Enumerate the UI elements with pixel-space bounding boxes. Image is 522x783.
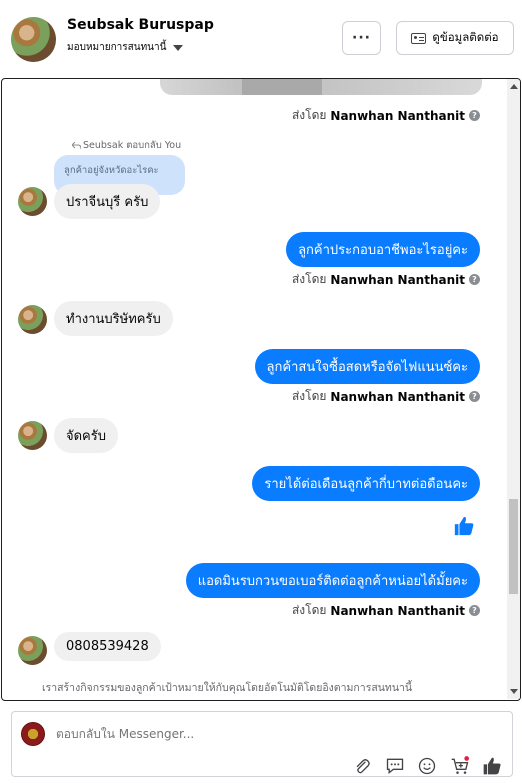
reply-composer bbox=[11, 711, 513, 777]
emoji-icon[interactable] bbox=[417, 756, 437, 776]
view-contact-info-button[interactable]: ดูข้อมูลติดต่อ bbox=[396, 21, 514, 55]
sent-by-prefix: ส่งโดย bbox=[291, 108, 327, 122]
contact-avatar-small bbox=[18, 187, 47, 216]
agent-name: Nanwhan Nanthanit bbox=[330, 272, 465, 287]
sent-by-prefix: ส่งโดย bbox=[291, 389, 327, 403]
incoming-message[interactable]: จัดครับ bbox=[54, 418, 118, 453]
system-note: เราสร้างกิจกรรมของลูกค้าเป้าหมายให้กับคุ… bbox=[42, 682, 413, 694]
sent-by-line: ส่งโดย Nanwhan Nanthanit ? bbox=[292, 387, 480, 406]
reply-indicator: Seubsak ตอบกลับ You bbox=[72, 138, 181, 153]
incoming-message[interactable]: 0808539428 bbox=[54, 632, 161, 661]
incoming-message[interactable]: ปราจีนบุรี ครับ bbox=[54, 184, 161, 219]
caret-down-icon bbox=[173, 44, 184, 51]
attach-icon[interactable] bbox=[352, 756, 372, 776]
cart-icon[interactable] bbox=[450, 756, 470, 776]
message-input[interactable] bbox=[56, 727, 356, 741]
like-send-icon[interactable] bbox=[482, 756, 502, 776]
sent-by-prefix: ส่งโดย bbox=[291, 272, 327, 286]
like-icon[interactable] bbox=[453, 515, 475, 537]
outgoing-message[interactable]: แอดมินรบกวนขอเบอร์ติดต่อลูกค้าหน่อยได้มั… bbox=[185, 563, 480, 598]
agent-name: Nanwhan Nanthanit bbox=[330, 603, 465, 618]
contact-info-label: ดูข้อมูลติดต่อ bbox=[432, 30, 499, 44]
info-icon[interactable]: ? bbox=[469, 274, 480, 285]
scroll-up-arrow-icon[interactable] bbox=[510, 84, 518, 89]
reply-arrow-icon bbox=[72, 141, 81, 149]
contact-name[interactable]: Seubsak Buruspap bbox=[67, 17, 214, 33]
reply-label: Seubsak ตอบกลับ You bbox=[83, 140, 182, 151]
outgoing-message[interactable]: ลูกค้าสนใจซื้อสดหรือจัดไฟแนนซ์คะ bbox=[254, 349, 480, 384]
incoming-message[interactable]: ทำงานบริษัทครับ bbox=[54, 301, 173, 336]
scroll-down-arrow-icon[interactable] bbox=[510, 689, 518, 694]
scrollbar[interactable] bbox=[507, 79, 520, 699]
assign-conversation-dropdown[interactable]: มอบหมายการสนทนานี้ bbox=[67, 40, 184, 55]
more-icon: ··· bbox=[352, 30, 371, 46]
contact-avatar-small bbox=[18, 421, 47, 450]
agent-name: Nanwhan Nanthanit bbox=[330, 108, 465, 123]
assign-label: มอบหมายการสนทนานี้ bbox=[67, 42, 167, 53]
more-options-button[interactable]: ··· bbox=[342, 21, 381, 55]
info-icon[interactable]: ? bbox=[469, 391, 480, 402]
contact-avatar-small bbox=[18, 636, 47, 665]
scroll-thumb[interactable] bbox=[509, 499, 518, 594]
sent-by-line: ส่งโดย Nanwhan Nanthanit ? bbox=[292, 270, 480, 289]
info-icon[interactable]: ? bbox=[469, 110, 480, 121]
image-attachment[interactable] bbox=[160, 79, 482, 95]
agent-name: Nanwhan Nanthanit bbox=[330, 389, 465, 404]
contact-avatar-small bbox=[18, 305, 47, 334]
sent-by-line: ส่งโดย Nanwhan Nanthanit ? bbox=[292, 601, 480, 620]
outgoing-message[interactable]: รายได้ต่อเดือนลูกค้ากี่บาทต่อดือนคะ bbox=[252, 466, 480, 501]
contact-avatar[interactable] bbox=[11, 17, 56, 62]
message-thread[interactable]: ส่งโดย Nanwhan Nanthanit ? Seubsak ตอบกล… bbox=[1, 78, 521, 701]
page-avatar bbox=[21, 722, 45, 746]
info-icon[interactable]: ? bbox=[469, 605, 480, 616]
sent-by-prefix: ส่งโดย bbox=[291, 603, 327, 617]
sent-by-line: ส่งโดย Nanwhan Nanthanit ? bbox=[292, 106, 480, 125]
conversation-header: Seubsak Buruspap มอบหมายการสนทนานี้ ··· … bbox=[0, 0, 522, 78]
contact-card-icon bbox=[411, 32, 427, 44]
comment-icon[interactable] bbox=[385, 756, 405, 776]
outgoing-message[interactable]: ลูกค้าประกอบอาชีพอะไรอยู่คะ bbox=[286, 232, 480, 267]
